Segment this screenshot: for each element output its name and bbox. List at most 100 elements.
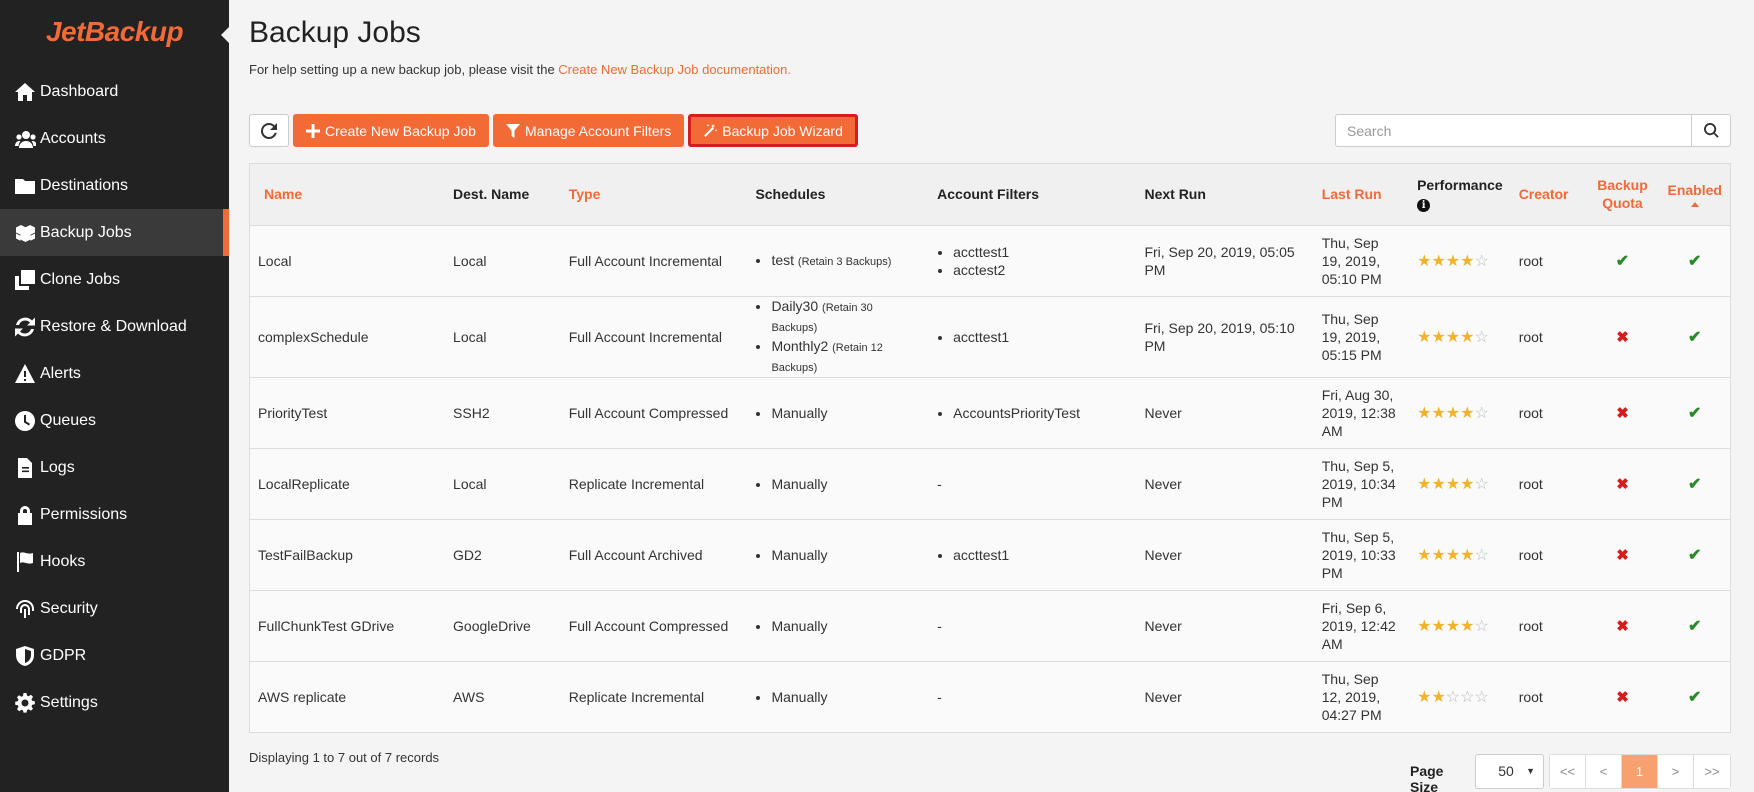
help-prefix: For help setting up a new backup job, pl…	[249, 62, 559, 77]
next-run: Never	[1136, 590, 1314, 662]
caret-down-icon: ▼	[1526, 766, 1535, 776]
sidebar-item-gdpr[interactable]: GDPR	[0, 632, 229, 679]
sidebar-item-alerts[interactable]: Alerts	[0, 350, 229, 397]
sidebar-item-security[interactable]: Security	[0, 585, 229, 632]
clone-icon	[14, 269, 40, 291]
next-run: Fri, Sep 20, 2019, 05:05 PM	[1136, 225, 1314, 297]
sidebar-item-settings[interactable]: Settings	[0, 679, 229, 726]
sidebar-item-destinations[interactable]: Destinations	[0, 162, 229, 209]
schedule-item: Manually	[771, 404, 921, 422]
schedule-item: test (Retain 3 Backups)	[771, 251, 921, 271]
documentation-link[interactable]: Create New Backup Job documentation.	[558, 62, 791, 77]
enabled-cell[interactable]: ✔	[1659, 225, 1730, 297]
sidebar-item-label: Queues	[40, 411, 97, 429]
page-nav-button[interactable]: >	[1658, 754, 1694, 788]
backup-job-wizard-label: Backup Job Wizard	[722, 122, 843, 139]
last-run: Thu, Sep 12, 2019, 04:27 PM	[1321, 670, 1382, 723]
sidebar-item-queues[interactable]: Queues	[0, 397, 229, 444]
column-header-name[interactable]: Name	[250, 164, 446, 226]
column-header-creator[interactable]: Creator	[1510, 164, 1586, 226]
job-name: FullChunkTest GDrive	[250, 590, 446, 662]
schedule-item: Manually	[771, 688, 921, 706]
schedules-cell: Manually	[747, 519, 930, 591]
page-button-current[interactable]: 1	[1622, 754, 1658, 788]
enabled-cell[interactable]: ✔	[1659, 296, 1730, 378]
backup-job-wizard-button[interactable]: Backup Job Wizard	[688, 114, 858, 147]
refresh-button[interactable]	[249, 114, 289, 147]
table-row[interactable]: LocalReplicate Local Replicate Incremental…	[250, 448, 1730, 520]
page-nav-button[interactable]: >>	[1694, 754, 1730, 788]
schedule-name: test	[771, 251, 795, 268]
search-input[interactable]	[1335, 114, 1692, 147]
flag-icon	[14, 551, 40, 573]
star-filled-icon: ★	[1431, 475, 1446, 493]
account-filters-empty: -	[937, 688, 942, 705]
job-type: Replicate Incremental	[568, 688, 705, 705]
creator: root	[1518, 688, 1543, 705]
enabled-label: Enabled	[1667, 181, 1722, 198]
table-row[interactable]: AWS replicate AWS Replicate Incremental Man…	[250, 661, 1730, 732]
sidebar-item-hooks[interactable]: Hooks	[0, 538, 229, 585]
page-nav-button[interactable]: <	[1586, 754, 1622, 788]
enabled-cell[interactable]: ✔	[1659, 519, 1730, 591]
page-size-value: 50	[1498, 763, 1514, 779]
star-filled-icon: ★	[1460, 546, 1475, 564]
star-filled-icon: ★	[1460, 328, 1475, 346]
table-header-row: Name Dest. Name Type Schedules Account F…	[250, 164, 1730, 226]
star-filled-icon: ★	[1445, 328, 1461, 346]
performance-rating: ★★★★☆	[1417, 547, 1489, 564]
file-icon	[14, 457, 40, 479]
page-size-select[interactable]: 50 ▼	[1475, 753, 1544, 789]
quota-cross-icon: ✖	[1616, 688, 1629, 706]
schedule-list: Manually	[757, 475, 921, 493]
sidebar-item-dashboard[interactable]: Dashboard	[0, 68, 229, 115]
performance-rating: ★★☆☆☆	[1417, 689, 1489, 706]
sidebar-item-logs[interactable]: Logs	[0, 444, 229, 491]
performance-cell: ★★★★☆	[1409, 377, 1511, 449]
star-filled-icon: ★	[1431, 546, 1446, 564]
account-filters-cell: accttest1	[929, 519, 1137, 591]
table-row[interactable]: FullChunkTest GDrive GoogleDrive Full Acco…	[250, 590, 1730, 662]
jetbackup-logo[interactable]: JetBackup	[0, 0, 229, 64]
toolbar: Create New Backup Job Manage Account Fil…	[249, 114, 858, 147]
manage-account-filters-button[interactable]: Manage Account Filters	[492, 114, 685, 147]
sidebar-item-restore-download[interactable]: Restore & Download	[0, 303, 229, 350]
column-header-last-run[interactable]: Last Run	[1313, 164, 1410, 226]
sidebar-item-label: Clone Jobs	[40, 270, 121, 288]
quota-check-icon: ✔	[1615, 252, 1630, 270]
column-header-type[interactable]: Type	[560, 164, 748, 226]
schedule-name: Manually	[771, 475, 828, 492]
sidebar-item-permissions[interactable]: Permissions	[0, 491, 229, 538]
search-button[interactable]	[1692, 114, 1731, 147]
info-icon[interactable]: i	[1417, 199, 1431, 213]
star-filled-icon: ★	[1417, 688, 1432, 706]
star-filled-icon: ★	[1445, 404, 1461, 422]
enabled-cell[interactable]: ✔	[1659, 448, 1730, 520]
enabled-cell[interactable]: ✔	[1659, 661, 1730, 732]
sidebar-item-backup-jobs[interactable]: Backup Jobs	[0, 209, 229, 256]
search-group	[1335, 114, 1731, 147]
schedule-list: Manually	[757, 404, 921, 422]
records-count: Displaying 1 to 7 out of 7 records	[249, 750, 440, 765]
table-row[interactable]: TestFailBackupGD2Full Account Archived Ma…	[250, 519, 1730, 591]
sidebar-item-clone-jobs[interactable]: Clone Jobs	[0, 256, 229, 303]
column-header-backup-quota[interactable]: Backup Quota	[1585, 164, 1660, 226]
table-row[interactable]: complexSchedule Local Full Account Increme…	[250, 296, 1730, 378]
table-row[interactable]: LocalLocalFull Account Incrementaltest (…	[250, 225, 1730, 297]
job-name: AWS replicate	[258, 688, 347, 705]
table-row[interactable]: PriorityTestSSH2Full Account Compressed M…	[250, 377, 1730, 449]
create-backup-job-button[interactable]: Create New Backup Job	[293, 114, 489, 147]
enabled-cell[interactable]: ✔	[1659, 590, 1730, 662]
schedule-name: Monthly2	[771, 337, 829, 354]
account-filters-cell: accttest1acctest2	[929, 225, 1137, 297]
account-filter-list: accttest1acctest2	[939, 243, 1128, 279]
next-run: Fri, Sep 20, 2019, 05:10 PM	[1136, 296, 1314, 378]
sidebar-item-accounts[interactable]: Accounts	[0, 115, 229, 162]
next-run: Never	[1136, 377, 1314, 449]
column-header-enabled[interactable]: Enabled	[1659, 164, 1730, 226]
star-filled-icon: ★	[1445, 546, 1461, 564]
account-filter-list: accttest1	[939, 328, 1128, 346]
enabled-check-icon: ✔	[1688, 617, 1702, 635]
page-nav-button[interactable]: <<	[1550, 754, 1586, 788]
enabled-cell[interactable]: ✔	[1659, 377, 1730, 449]
